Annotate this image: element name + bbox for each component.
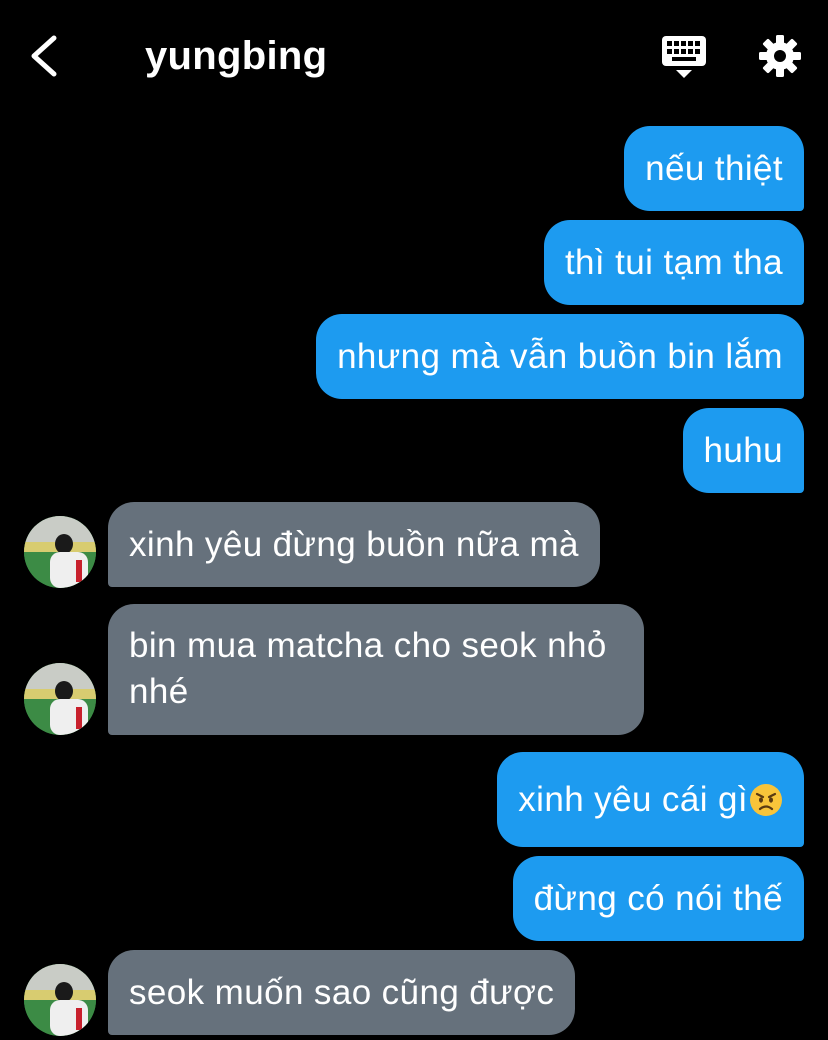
message-text: nhưng mà vẫn buồn bin lắm xyxy=(337,336,783,376)
message-bubble-outgoing[interactable]: nhưng mà vẫn buồn bin lắm xyxy=(316,314,804,399)
message-text: thì tui tạm tha xyxy=(564,242,783,282)
avatar[interactable] xyxy=(24,964,96,1036)
message-text: huhu xyxy=(703,430,783,470)
avatar[interactable] xyxy=(24,516,96,588)
keyboard-toggle-button[interactable] xyxy=(660,34,708,80)
chevron-left-icon xyxy=(31,35,57,77)
back-button[interactable] xyxy=(24,30,68,82)
conversation-title[interactable]: yungbing xyxy=(145,30,327,82)
message-text: đừng có nói thế xyxy=(533,878,783,918)
message-text: bin mua matcha cho seok nhỏ nhé xyxy=(129,626,607,711)
avatar-image xyxy=(24,964,96,1036)
message-bubble-outgoing[interactable]: đừng có nói thế xyxy=(512,856,804,941)
message-bubble-incoming[interactable]: bin mua matcha cho seok nhỏ nhé xyxy=(108,604,644,735)
message-bubble-outgoing[interactable]: nếu thiệt xyxy=(624,126,804,211)
message-bubble-incoming[interactable]: xinh yêu đừng buồn nữa mà xyxy=(108,502,600,587)
message-bubble-outgoing[interactable]: thì tui tạm tha xyxy=(543,220,804,305)
avatar[interactable] xyxy=(24,663,96,735)
settings-button[interactable] xyxy=(756,32,804,80)
message-bubble-incoming[interactable]: seok muốn sao cũng được xyxy=(108,950,576,1035)
message-text: nếu thiệt xyxy=(645,148,783,188)
message-text: xinh yêu cái gì xyxy=(518,779,748,819)
chat-header: yungbing xyxy=(0,0,828,112)
message-bubble-outgoing[interactable]: xinh yêu cái gì xyxy=(497,752,804,847)
keyboard-icon xyxy=(662,36,706,78)
avatar-image xyxy=(24,663,96,735)
gear-icon xyxy=(759,35,801,77)
avatar-image xyxy=(24,516,96,588)
angry-face-emoji xyxy=(750,783,782,816)
message-text: seok muốn sao cũng được xyxy=(129,972,555,1012)
message-bubble-outgoing[interactable]: huhu xyxy=(682,408,804,493)
message-text: xinh yêu đừng buồn nữa mà xyxy=(129,524,579,564)
